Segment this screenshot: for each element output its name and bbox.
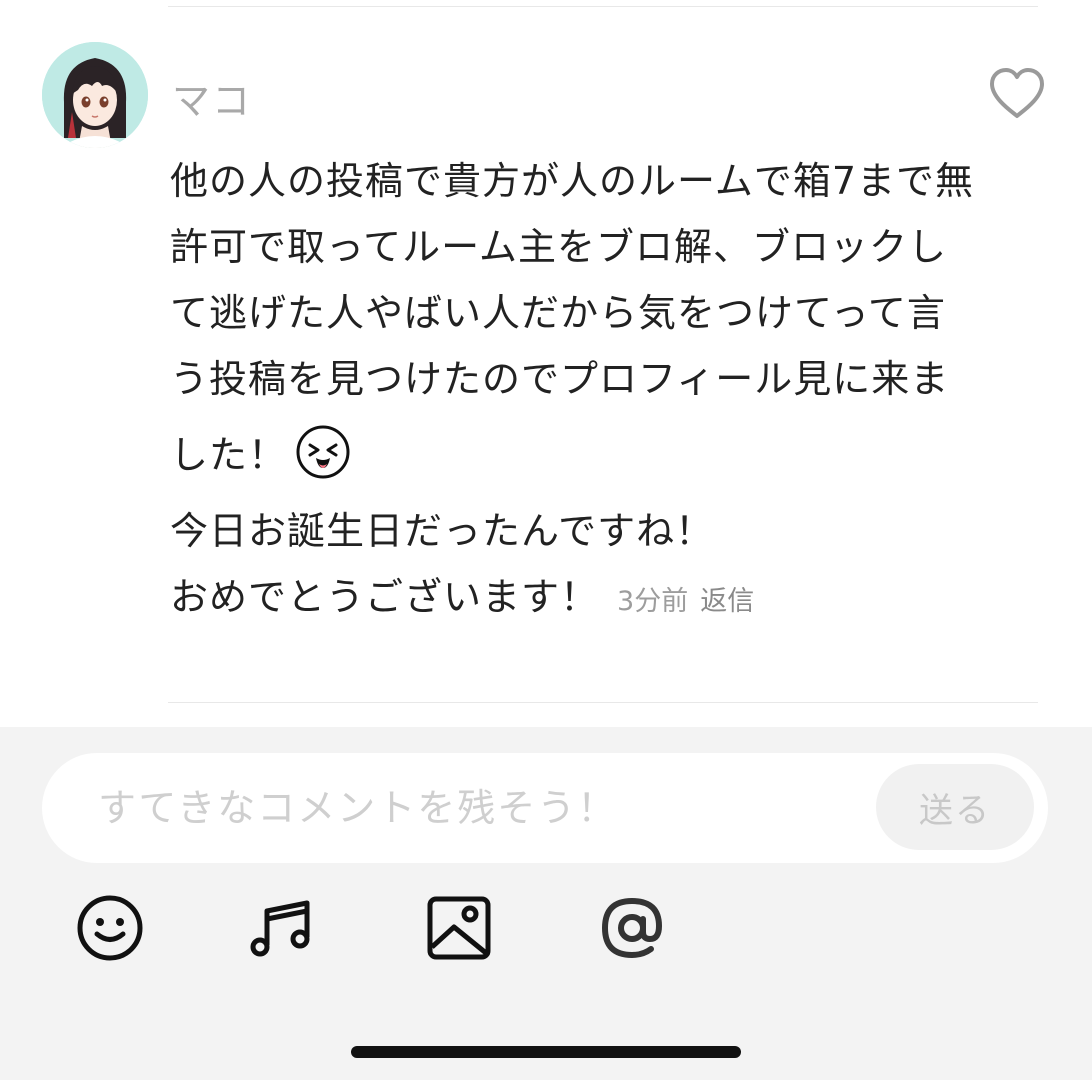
like-button[interactable] — [988, 66, 1046, 120]
avatar[interactable] — [42, 42, 148, 148]
anime-girl-avatar-icon — [42, 42, 148, 148]
send-button[interactable]: 送る — [876, 764, 1034, 850]
comment-line: う投稿を見つけたのでプロフィール見に来ま — [170, 357, 950, 401]
comment-line: 許可で取ってルーム主をブロ解、ブロックし — [170, 225, 947, 269]
laughing-face-icon — [295, 424, 351, 480]
comment-screen: マコ 他の人の投稿で貴方が人のルームで箱7まで無 許可で取ってルーム主をブロ解、… — [0, 0, 1092, 1080]
comment-item: マコ 他の人の投稿で貴方が人のルームで箱7まで無 許可で取ってルーム主をブロ解、… — [0, 0, 1092, 702]
comment-composer: 送る — [0, 727, 1092, 1080]
comment-line-text: おめでとうございます！ — [170, 575, 600, 619]
at-sign-icon — [601, 897, 663, 959]
comment-username[interactable]: マコ — [172, 70, 252, 125]
image-button[interactable] — [424, 893, 494, 963]
comment-input[interactable] — [98, 779, 858, 837]
comment-input-wrapper: 送る — [42, 753, 1048, 863]
comment-line: した！ — [170, 412, 1045, 498]
comment-line: て逃げた人やばい人だから気をつけてって言 — [170, 291, 946, 335]
divider — [168, 702, 1038, 703]
heart-outline-icon — [990, 68, 1044, 118]
comment-timestamp: 3分前 — [617, 586, 689, 617]
mention-button[interactable] — [597, 893, 667, 963]
comment-line-last: おめでとうございます！ 3分前 返信 — [170, 564, 1045, 635]
image-icon — [427, 896, 491, 960]
music-button[interactable] — [247, 893, 317, 963]
comment-line: 他の人の投稿で貴方が人のルームで箱7まで無 — [170, 159, 975, 203]
home-indicator — [351, 1046, 741, 1058]
emoji-picker-button[interactable] — [75, 893, 145, 963]
music-note-icon — [250, 900, 310, 957]
comment-line: 今日お誕生日だったんですね！ — [170, 509, 715, 553]
comment-line-text: した！ — [170, 433, 288, 477]
comment-text: 他の人の投稿で貴方が人のルームで箱7まで無 許可で取ってルーム主をブロ解、ブロッ… — [170, 148, 1045, 635]
reply-button[interactable]: 返信 — [700, 586, 754, 617]
smiley-icon — [77, 895, 143, 961]
